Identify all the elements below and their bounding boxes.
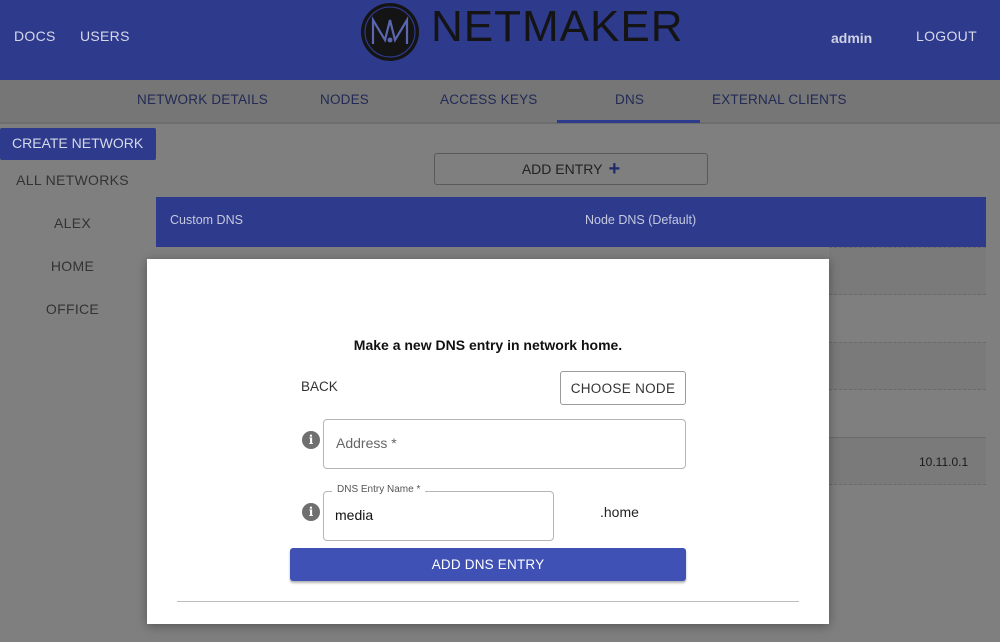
- network-tabs: NETWORK DETAILS NODES ACCESS KEYS DNS EX…: [0, 80, 1000, 124]
- new-dns-entry-modal: Make a new DNS entry in network home. BA…: [147, 259, 829, 624]
- docs-link[interactable]: DOCS: [14, 28, 56, 44]
- domain-suffix: .home: [600, 504, 639, 520]
- dns-table-header: Custom DNS Node DNS (Default): [156, 197, 986, 247]
- plus-icon: +: [608, 158, 621, 180]
- tab-network-details[interactable]: NETWORK DETAILS: [137, 92, 268, 107]
- add-entry-label: ADD ENTRY: [521, 161, 603, 177]
- table-row: [829, 342, 986, 390]
- add-dns-entry-button[interactable]: ADD DNS ENTRY: [290, 548, 686, 581]
- sidebar-item-all-networks[interactable]: ALL NETWORKS: [0, 172, 145, 188]
- tab-access-keys[interactable]: ACCESS KEYS: [440, 92, 538, 107]
- dns-entry-name-input[interactable]: [335, 507, 535, 523]
- tab-nodes[interactable]: NODES: [320, 92, 369, 107]
- address-info-icon[interactable]: i: [302, 431, 320, 449]
- dns-entry-name-field[interactable]: DNS Entry Name *: [323, 484, 554, 541]
- modal-title: Make a new DNS entry in network home.: [353, 337, 623, 353]
- tab-dns[interactable]: DNS: [615, 92, 644, 107]
- create-network-button[interactable]: CREATE NETWORK: [0, 128, 156, 160]
- add-entry-button[interactable]: ADD ENTRY +: [434, 153, 708, 185]
- netmaker-logo[interactable]: NETMAKER: [357, 0, 682, 64]
- current-user: admin: [831, 30, 873, 46]
- table-row: [829, 247, 986, 295]
- address-field[interactable]: Address *: [323, 419, 686, 469]
- sidebar-item-alex[interactable]: ALEX: [0, 215, 145, 231]
- top-app-bar: DOCS USERS NETMAKER admin LOGOUT: [0, 0, 1000, 80]
- brand-name: NETMAKER: [431, 2, 684, 51]
- active-tab-indicator: [557, 120, 700, 123]
- column-node-dns[interactable]: Node DNS (Default): [585, 213, 696, 227]
- dns-entry-name-label: DNS Entry Name *: [332, 484, 426, 495]
- node-dns-address: 10.11.0.1: [919, 455, 969, 469]
- sidebar-item-office[interactable]: OFFICE: [0, 301, 145, 317]
- column-custom-dns[interactable]: Custom DNS: [170, 213, 243, 227]
- sidebar-item-home[interactable]: HOME: [0, 258, 145, 274]
- modal-divider: [177, 601, 799, 602]
- logout-button[interactable]: LOGOUT: [916, 28, 977, 44]
- netmaker-logo-icon: [361, 3, 419, 61]
- choose-node-button[interactable]: CHOOSE NODE: [560, 371, 686, 405]
- dns-name-info-icon[interactable]: i: [302, 503, 320, 521]
- users-link[interactable]: USERS: [80, 28, 130, 44]
- tab-external-clients[interactable]: EXTERNAL CLIENTS: [712, 92, 847, 107]
- address-placeholder: Address *: [336, 435, 397, 451]
- back-button[interactable]: BACK: [301, 379, 338, 394]
